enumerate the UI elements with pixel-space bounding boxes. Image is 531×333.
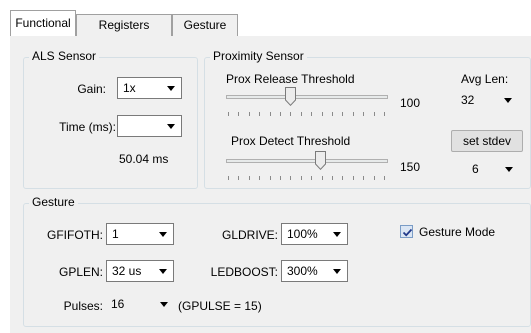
slider-tick: [228, 112, 229, 116]
slider-tick: [228, 176, 229, 180]
gplen-select[interactable]: 32 us: [106, 260, 174, 282]
chevron-down-icon: [167, 124, 175, 129]
gain-label: Gain:: [77, 82, 106, 96]
pulses-select[interactable]: 16: [106, 294, 174, 316]
slider-tick: [301, 112, 302, 116]
gpulse-note: (GPULSE = 15): [178, 299, 262, 313]
slider-tick: [290, 176, 291, 180]
chevron-down-icon: [505, 167, 513, 172]
tab-registers[interactable]: Registers: [76, 14, 172, 36]
gplen-value: 32 us: [112, 264, 142, 278]
tab-gesture[interactable]: Gesture: [172, 14, 238, 36]
time-select[interactable]: [117, 115, 182, 137]
slider-tick: [332, 112, 333, 116]
slider-tick: [259, 112, 260, 116]
slider-tick: [363, 112, 364, 116]
checkmark-icon: [402, 228, 413, 237]
gfifoth-value: 1: [112, 227, 119, 241]
slider-tick: [374, 112, 375, 116]
chevron-down-icon: [333, 232, 341, 237]
avg-len-select[interactable]: 32: [456, 90, 518, 112]
tab-panel: ALS Sensor Gain: 1x Time (ms): 50.04 ms …: [10, 36, 531, 333]
slider-tick: [290, 112, 291, 116]
prox-release-value: 100: [400, 96, 421, 110]
chevron-down-icon: [167, 86, 175, 91]
avg-len-value: 32: [461, 93, 475, 107]
stdev-value: 6: [472, 162, 479, 176]
slider-tick: [322, 176, 323, 180]
gldrive-select[interactable]: 100%: [281, 223, 348, 245]
slider-tick: [238, 112, 239, 116]
prox-release-slider[interactable]: [226, 86, 388, 118]
tab-gesture-label: Gesture: [183, 18, 227, 32]
chevron-down-icon: [159, 232, 167, 237]
chevron-down-icon: [160, 302, 168, 307]
slider-tick: [353, 112, 354, 116]
slider-track: [226, 159, 388, 163]
tab-functional[interactable]: Functional: [10, 10, 76, 36]
prox-detect-value: 150: [400, 160, 421, 174]
time-readout: 50.04 ms: [119, 152, 169, 166]
slider-thumb[interactable]: [315, 151, 326, 171]
slider-tick: [311, 176, 312, 180]
gesture-mode-checkbox[interactable]: [400, 225, 413, 238]
gldrive-label: GLDRIVE:: [221, 228, 278, 242]
tab-functional-label: Functional: [15, 16, 71, 30]
slider-tick: [301, 176, 302, 180]
slider-tick: [280, 112, 281, 116]
slider-tick: [342, 112, 343, 116]
gplen-label: GPLEN:: [58, 265, 103, 279]
prox-detect-label: Prox Detect Threshold: [231, 134, 351, 148]
set-stdev-label: set stdev: [462, 134, 512, 148]
gain-select[interactable]: 1x: [117, 77, 182, 99]
prox-release-label: Prox Release Threshold: [226, 72, 355, 86]
gfifoth-select[interactable]: 1: [106, 223, 174, 245]
slider-tick: [238, 176, 239, 180]
prox-detect-slider[interactable]: [226, 150, 388, 182]
slider-tick: [249, 112, 250, 116]
proximity-sensor-title: Proximity Sensor: [210, 49, 307, 63]
slider-thumb-shape: [285, 87, 296, 107]
slider-tick: [384, 112, 385, 116]
ledboost-value: 300%: [287, 264, 318, 278]
slider-tick: [342, 176, 343, 180]
ledboost-label: LEDBOOST:: [210, 265, 278, 279]
slider-tick: [311, 112, 312, 116]
tab-registers-label: Registers: [98, 18, 150, 32]
ledboost-select[interactable]: 300%: [281, 260, 348, 282]
slider-tick: [249, 176, 250, 180]
avg-len-label: Avg Len:: [461, 72, 509, 86]
slider-tick: [353, 176, 354, 180]
slider-tick: [280, 176, 281, 180]
chevron-down-icon: [333, 269, 341, 274]
slider-tick: [322, 112, 323, 116]
slider-tick: [374, 176, 375, 180]
chevron-down-icon: [504, 98, 512, 103]
slider-ticks: [228, 176, 386, 181]
slider-tick: [332, 176, 333, 180]
slider-track: [226, 95, 388, 99]
time-label: Time (ms):: [59, 120, 116, 134]
slider-tick: [259, 176, 260, 180]
slider-tick: [270, 176, 271, 180]
slider-ticks: [228, 112, 386, 117]
gldrive-value: 100%: [287, 227, 318, 241]
slider-tick: [384, 176, 385, 180]
slider-thumb-shape: [315, 151, 326, 171]
slider-tick: [363, 176, 364, 180]
pulses-label: Pulses:: [63, 299, 103, 313]
pulses-value: 16: [111, 297, 125, 311]
gesture-group-title: Gesture: [29, 195, 78, 209]
set-stdev-button[interactable]: set stdev: [451, 130, 523, 152]
gesture-mode-label[interactable]: Gesture Mode: [419, 225, 495, 239]
gain-value: 1x: [123, 81, 136, 95]
chevron-down-icon: [159, 269, 167, 274]
gfifoth-label: GFIFOTH:: [47, 228, 103, 242]
als-sensor-title: ALS Sensor: [29, 49, 100, 63]
stdev-select[interactable]: 6: [467, 159, 519, 181]
slider-thumb[interactable]: [285, 87, 296, 107]
slider-tick: [270, 112, 271, 116]
